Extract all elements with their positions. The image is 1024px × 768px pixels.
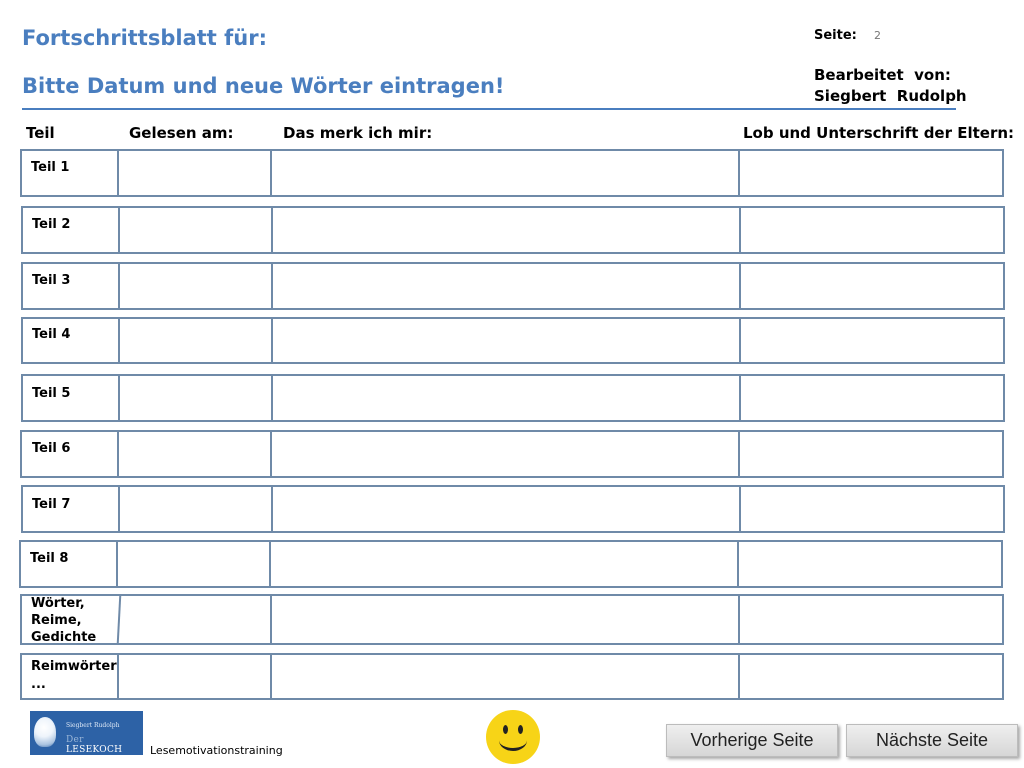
row-label: Teil 4 — [32, 327, 71, 342]
column-header-gelesen: Gelesen am: — [129, 124, 234, 142]
footer-text: Lesemotivationstraining — [150, 744, 283, 757]
merk-cell[interactable] — [271, 542, 737, 586]
page-title: Fortschrittsblatt für: — [22, 26, 267, 50]
lob-cell[interactable] — [739, 542, 1001, 586]
lob-cell[interactable] — [740, 596, 1002, 643]
table-row: Teil 2 — [21, 206, 1005, 254]
merk-cell[interactable] — [272, 655, 738, 698]
merk-cell[interactable] — [273, 319, 739, 362]
table-row: Wörter, Reime, Gedichte — [20, 594, 1004, 645]
table-row: Teil 4 — [21, 317, 1005, 364]
merk-cell[interactable] — [273, 487, 739, 531]
row-label: Teil 2 — [32, 217, 71, 232]
logo-prefix: Der — [66, 735, 84, 745]
gelesen-cell[interactable] — [119, 151, 269, 195]
title-underline — [22, 108, 956, 110]
gelesen-cell[interactable] — [119, 655, 269, 698]
gelesen-cell[interactable] — [119, 432, 269, 476]
logo-author: Siegbert Rudolph — [66, 722, 120, 729]
row-label: Teil 7 — [32, 497, 71, 512]
lightbulb-icon — [34, 717, 56, 747]
edited-by-name: Siegbert Rudolph — [814, 87, 967, 105]
lob-cell[interactable] — [740, 151, 1002, 195]
smiley-mouth — [499, 730, 527, 751]
column-header-merk: Das merk ich mir: — [283, 124, 433, 142]
lesekoch-logo: Siegbert Rudolph Der LESEKOCH — [30, 711, 143, 755]
gelesen-cell[interactable] — [120, 487, 270, 531]
gelesen-cell[interactable] — [120, 319, 270, 362]
merk-cell[interactable] — [273, 376, 739, 420]
table-row: Teil 1 — [20, 149, 1004, 197]
row-label-line: Gedichte — [31, 630, 97, 645]
logo-brand: Der LESEKOCH — [66, 735, 143, 755]
merk-cell[interactable] — [273, 264, 739, 308]
merk-cell[interactable] — [273, 208, 739, 252]
logo-main: LESEKOCH — [66, 745, 123, 755]
table-row: Teil 5 — [21, 374, 1005, 422]
table-row: Teil 6 — [20, 430, 1004, 478]
table-row: Teil 3 — [21, 262, 1005, 310]
gelesen-cell[interactable] — [120, 596, 269, 643]
gelesen-cell[interactable] — [120, 376, 270, 420]
gelesen-cell[interactable] — [120, 208, 270, 252]
lob-cell[interactable] — [741, 487, 1003, 531]
previous-page-button[interactable]: Vorherige Seite — [666, 724, 838, 757]
page-label: Seite: — [814, 28, 857, 43]
column-header-teil: Teil — [26, 124, 55, 142]
row-label: Teil 8 — [30, 551, 69, 566]
smiley-icon — [486, 710, 540, 764]
lob-cell[interactable] — [740, 655, 1002, 698]
lob-cell[interactable] — [740, 432, 1002, 476]
row-label-line: Reime, — [31, 613, 82, 628]
column-header-lob: Lob und Unterschrift der Eltern: — [743, 124, 1015, 142]
row-label: Teil 6 — [32, 441, 71, 456]
row-label: Teil 5 — [32, 386, 71, 401]
page-number: 2 — [874, 29, 881, 42]
table-row: Teil 7 — [21, 485, 1005, 533]
merk-cell[interactable] — [272, 596, 738, 643]
table-row: Teil 8 — [19, 540, 1003, 588]
lob-cell[interactable] — [741, 319, 1003, 362]
row-label: Wörter, Reime, Gedichte — [31, 595, 96, 646]
page-subtitle: Bitte Datum und neue Wörter eintragen! — [22, 74, 505, 98]
gelesen-cell[interactable] — [118, 542, 268, 586]
next-page-button[interactable]: Nächste Seite — [846, 724, 1018, 757]
row-label: Teil 3 — [32, 273, 71, 288]
edited-by-label: Bearbeitet von: — [814, 66, 951, 84]
row-label-line: ... — [31, 677, 46, 692]
row-label-line: Wörter, — [31, 596, 85, 611]
gelesen-cell[interactable] — [120, 264, 270, 308]
merk-cell[interactable] — [272, 432, 738, 476]
table-row: Reimwörter ... — [20, 653, 1004, 700]
row-label: Reimwörter ... — [31, 658, 117, 694]
lob-cell[interactable] — [741, 376, 1003, 420]
row-label-line: Reimwörter — [31, 659, 117, 674]
row-label: Teil 1 — [31, 160, 70, 175]
lob-cell[interactable] — [741, 264, 1003, 308]
merk-cell[interactable] — [272, 151, 738, 195]
lob-cell[interactable] — [741, 208, 1003, 252]
